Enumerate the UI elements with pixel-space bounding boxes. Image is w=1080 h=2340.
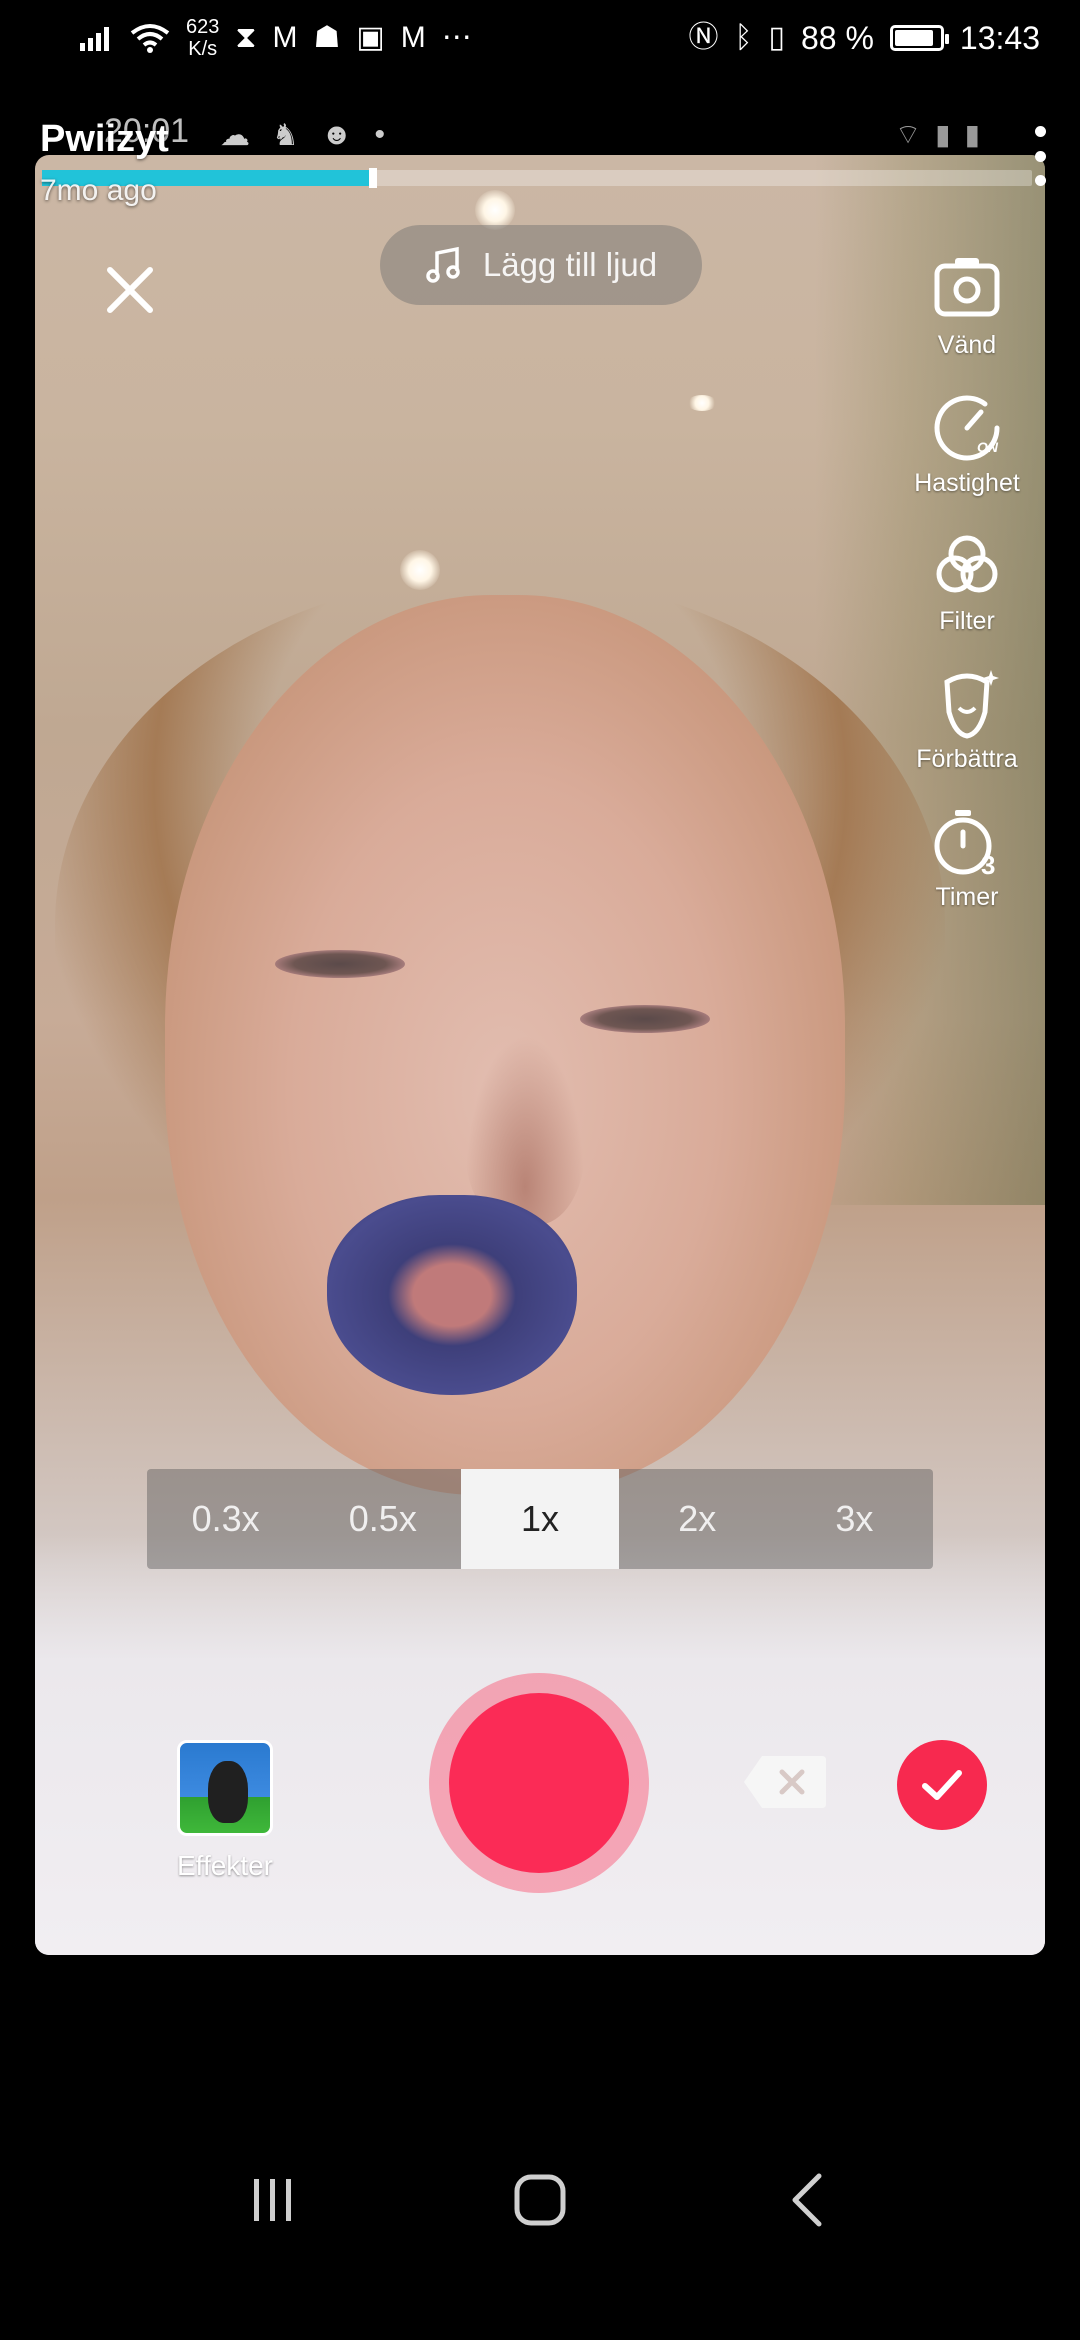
tool-label: Hastighet <box>914 469 1020 497</box>
record-button-core <box>449 1693 629 1873</box>
more-notifications-icon: ⋯ <box>441 21 472 54</box>
recent-apps-button[interactable] <box>223 2150 323 2250</box>
wifi-icon: ⌔ <box>894 119 922 150</box>
smiley-icon: ☻ <box>320 118 353 151</box>
home-icon <box>514 2174 566 2226</box>
side-toolbar: Vänd ON Hastighet Filter Förbättra 3 Tim… <box>897 250 1037 940</box>
effects-button[interactable]: Effekter <box>155 1740 295 1882</box>
camera-preview: Lägg till ljud Vänd ON Hastighet Filter … <box>35 155 1045 1955</box>
beautify-icon <box>944 670 999 739</box>
tool-label: Timer <box>935 883 999 911</box>
tool-label: Förbättra <box>916 745 1018 773</box>
checkmark-icon <box>922 1770 962 1800</box>
add-sound-button[interactable]: Lägg till ljud <box>380 225 702 305</box>
status-left: 623 K/s ⧗ M ☗ ▣ M ⋯ <box>80 16 472 60</box>
status-bar: 623 K/s ⧗ M ☗ ▣ M ⋯ Ⓝ ᛒ ▯ 88 % 13:43 <box>0 0 1080 76</box>
battery-percent: 88 % <box>800 19 874 56</box>
tool-timer[interactable]: 3 Timer <box>897 802 1037 912</box>
backspace-icon <box>744 1756 826 1808</box>
dot-icon <box>1034 150 1046 162</box>
lips <box>327 1195 577 1395</box>
clock: 13:43 <box>959 19 1040 56</box>
zoom-option[interactable]: 3x <box>776 1469 933 1569</box>
zoom-option[interactable]: 1x <box>461 1469 619 1569</box>
effects-label: Effekter <box>177 1850 273 1881</box>
tool-label: Filter <box>939 607 995 635</box>
timer-icon: 3 <box>934 810 995 880</box>
filter-icon <box>936 535 998 593</box>
story-header: 20:01 ☁ ♞ ☻ • ⌔ ▮ ▮ Pwiizyt 7mo ago <box>40 112 1050 207</box>
dot-icon <box>1034 175 1046 186</box>
zoom-option[interactable]: 2x <box>619 1469 776 1569</box>
close-icon <box>107 267 153 313</box>
tool-filter[interactable]: Filter <box>897 526 1037 636</box>
hourglass-icon: ⧗ <box>235 21 257 54</box>
delete-clip-button[interactable] <box>740 1752 828 1812</box>
nfc-icon: Ⓝ <box>688 21 719 54</box>
tool-speed[interactable]: ON Hastighet <box>897 388 1037 498</box>
gmail-icon: M <box>272 21 298 54</box>
confirm-button[interactable] <box>897 1740 987 1830</box>
zoom-option[interactable]: 0.5x <box>304 1469 461 1569</box>
gmail-icon: M <box>400 21 426 54</box>
navigation-bar <box>0 2140 1080 2260</box>
story-inner-status-icons: ☁ ♞ ☻ • <box>220 118 385 153</box>
wifi-icon <box>130 24 170 53</box>
close-button[interactable] <box>95 255 165 325</box>
story-inner-status-right: ⌔ ▮ ▮ <box>895 118 980 153</box>
dot-icon <box>1034 126 1046 137</box>
battery-icon <box>889 25 949 51</box>
signal-icon: ▮ <box>935 119 951 150</box>
story-age: 7mo ago <box>40 174 157 207</box>
story-username[interactable]: Pwiizyt <box>40 118 169 161</box>
net-speed-value: 623 <box>186 16 220 38</box>
right-eye <box>580 1005 710 1033</box>
net-speed-unit: K/s <box>188 38 218 60</box>
record-button[interactable] <box>429 1673 649 1893</box>
tool-flip[interactable]: Vänd <box>897 250 1037 360</box>
left-eye <box>275 950 405 978</box>
signal-icon <box>80 27 109 51</box>
vibrate-icon: ▯ <box>768 21 785 54</box>
tool-beautify[interactable]: Förbättra <box>897 664 1037 774</box>
status-right: Ⓝ ᛒ ▯ 88 % 13:43 <box>688 20 1040 57</box>
battery-level <box>894 30 934 46</box>
timer-badge: 3 <box>981 850 995 880</box>
zoom-selector: 0.3x 0.5x 1x 2x 3x <box>147 1469 933 1569</box>
more-options-button[interactable] <box>1030 126 1050 186</box>
music-note-icon <box>426 246 460 283</box>
tool-label: Vänd <box>937 331 997 359</box>
add-sound-label: Lägg till ljud <box>482 246 658 283</box>
cloud-icon: ☁ <box>220 119 250 152</box>
bluetooth-icon: ᛒ <box>734 21 753 54</box>
dot-icon: • <box>374 118 385 151</box>
zoom-option[interactable]: 0.3x <box>147 1469 304 1569</box>
screen: 623 K/s ⧗ M ☗ ▣ M ⋯ Ⓝ ᛒ ▯ 88 % 13:43 Läg… <box>0 0 1080 2340</box>
speed-badge: ON <box>977 439 999 455</box>
net-speed: 623 K/s <box>186 16 219 60</box>
back-icon <box>792 2173 822 2227</box>
back-button[interactable] <box>757 2150 857 2250</box>
effects-thumbnail <box>177 1740 273 1836</box>
battery-icon: ▮ <box>964 119 980 150</box>
home-button[interactable] <box>490 2150 590 2250</box>
recent-apps-icon <box>254 2179 292 2221</box>
speed-icon: ON <box>934 395 1000 461</box>
flip-camera-icon <box>934 258 1000 317</box>
ceiling-light <box>687 395 717 411</box>
snapchat-icon: ☗ <box>313 21 341 54</box>
calendar-icon: ▣ <box>356 21 385 54</box>
figure-icon: ♞ <box>272 119 299 152</box>
